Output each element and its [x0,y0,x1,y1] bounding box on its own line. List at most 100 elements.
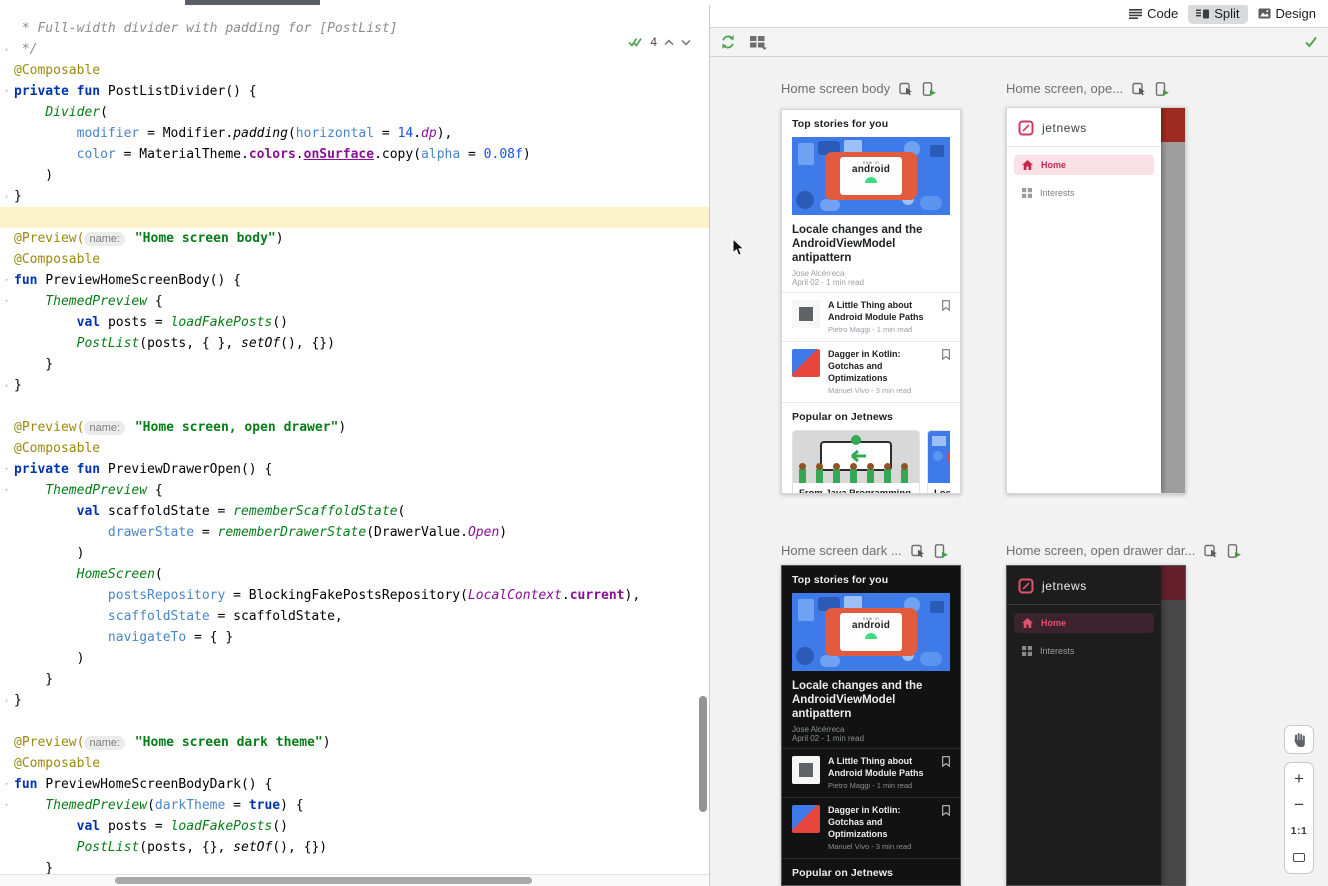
fold-marker-icon[interactable]: ▾ [1,270,12,291]
drawer-item-label: Interests [1040,188,1075,198]
code-line[interactable]: * Full-width divider with padding for [P… [0,18,709,39]
interactive-preview-icon[interactable] [1132,82,1146,96]
code-line[interactable] [0,396,709,417]
vertical-scrollbar[interactable] [699,696,707,812]
mode-button-code[interactable]: Code [1121,3,1186,24]
zoom-out-button[interactable]: − [1285,793,1313,817]
interactive-preview-icon[interactable] [1204,544,1218,558]
horizontal-scrollbar-track[interactable] [0,874,709,886]
preview-canvas[interactable]: Home screen body Home screen, ope... Hom… [710,57,1328,886]
fold-marker-icon[interactable]: ▾ [1,795,12,816]
horizontal-scrollbar[interactable] [115,877,532,884]
code-line[interactable]: ▴} [0,690,709,711]
code-line[interactable]: ▾ ThemedPreview { [0,480,709,501]
preview-thumbnail-open-drawer[interactable]: jetnewsHomeInterests [1006,107,1186,494]
hero-brand-text: android [840,165,902,175]
drawer-item-interests: Interests [1014,183,1154,203]
fold-marker-icon[interactable]: ▴ [1,186,12,207]
code-line[interactable]: ▴} [0,375,709,396]
fold-marker-icon[interactable]: ▾ [1,480,12,501]
code-line[interactable]: scaffoldState = scaffoldState, [0,606,709,627]
drawer-item-label: Interests [1040,646,1075,656]
code-line[interactable]: ) [0,543,709,564]
code-line[interactable]: } [0,354,709,375]
code-line[interactable]: modifier = Modifier.padding(horizontal =… [0,123,709,144]
pan-button[interactable] [1284,725,1314,754]
code-line[interactable]: navigateTo = { } [0,627,709,648]
popular-post-title: From Java Programming Langua... [799,488,913,494]
file-tab-fragment[interactable] [185,0,320,5]
next-inspection-icon[interactable] [681,39,691,46]
code-line[interactable]: @Preview(name: "Home screen, open drawer… [0,417,709,438]
zoom-fit-button[interactable] [1285,845,1313,869]
fold-marker-icon[interactable]: ▾ [1,291,12,312]
code-line[interactable]: val posts = loadFakePosts() [0,312,709,333]
code-line[interactable]: @Composable [0,753,709,774]
prev-inspection-icon[interactable] [664,39,674,46]
refresh-icon[interactable] [720,34,736,50]
fold-marker-icon[interactable]: ▴ [1,375,12,396]
fold-marker-icon[interactable]: ▴ [1,39,12,60]
mode-label-design: Design [1276,6,1316,21]
deploy-preview-icon[interactable] [934,544,948,558]
code-line[interactable]: drawerState = rememberDrawerState(Drawer… [0,522,709,543]
code-line[interactable]: ▾private fun PreviewDrawerOpen() { [0,459,709,480]
content-scrim [1159,108,1185,493]
code-line[interactable]: PostList(posts, {}, setOf(), {}) [0,837,709,858]
code-line[interactable]: @Composable [0,60,709,81]
mouse-cursor [732,238,745,262]
code-line[interactable]: ▾ ThemedPreview { [0,291,709,312]
code-line[interactable] [0,711,709,732]
zoom-actual-button[interactable]: 1:1 [1285,819,1313,843]
fold-marker-icon[interactable]: ▾ [1,774,12,795]
code-line[interactable]: @Composable [0,438,709,459]
interactive-preview-icon[interactable] [899,82,913,96]
code-line[interactable] [0,207,709,228]
preview-header-3: Home screen dark ... [781,543,948,558]
preview-thumbnail-dark-theme[interactable]: Top stories for younow inandroidLocale c… [781,565,961,886]
zoom-in-button[interactable]: + [1285,767,1313,791]
mode-button-split[interactable]: Split [1188,3,1247,24]
code-area[interactable]: * Full-width divider with padding for [P… [0,18,709,879]
preview-thumbnail-open-drawer-dark[interactable]: jetnewsHomeInterests [1006,565,1186,886]
interactive-preview-icon[interactable] [911,544,925,558]
fold-marker-icon[interactable]: ▾ [1,81,12,102]
hero-brand-text: android [840,621,902,631]
code-line[interactable]: ) [0,165,709,186]
code-line[interactable]: HomeScreen( [0,564,709,585]
code-line[interactable]: ▾fun PreviewHomeScreenBodyDark() { [0,774,709,795]
mode-button-design[interactable]: Design [1250,3,1324,24]
preview-thumbnail-home-screen-body[interactable]: Top stories for younow inandroidLocale c… [781,109,961,494]
code-line[interactable]: postsRepository = BlockingFakePostsRepos… [0,585,709,606]
featured-post-author: Jose Alcérreca [792,725,950,734]
grid-view-icon[interactable] [750,35,768,50]
code-line[interactable]: } [0,669,709,690]
code-line[interactable]: val scaffoldState = rememberScaffoldStat… [0,501,709,522]
code-line[interactable]: val posts = loadFakePosts() [0,816,709,837]
code-line[interactable]: Divider( [0,102,709,123]
code-line[interactable]: ▾fun PreviewHomeScreenBody() { [0,270,709,291]
code-line[interactable]: ) [0,648,709,669]
code-line[interactable]: PostList(posts, { }, setOf(), {}) [0,333,709,354]
code-line[interactable]: ▴} [0,186,709,207]
code-line[interactable]: ▾ ThemedPreview(darkTheme = true) { [0,795,709,816]
post-list-item: A Little Thing about Android Module Path… [792,749,950,797]
code-line[interactable]: @Preview(name: "Home screen body") [0,228,709,249]
code-line[interactable]: @Preview(name: "Home screen dark theme") [0,732,709,753]
deploy-preview-icon[interactable] [1227,544,1241,558]
code-line[interactable]: @Composable [0,249,709,270]
inspection-widget[interactable]: 4 [628,35,691,49]
interests-icon [1022,188,1032,198]
code-line[interactable]: ▾private fun PostListDivider() { [0,81,709,102]
preview-toolbar [710,28,1328,57]
drawer-item-home: Home [1014,155,1154,175]
featured-post-image: now inandroid [792,137,950,215]
code-editor[interactable]: * Full-width divider with padding for [P… [0,0,710,886]
deploy-preview-icon[interactable] [1155,82,1169,96]
post-title: A Little Thing about Android Module Path… [828,300,934,323]
code-line[interactable]: color = MaterialTheme.colors.onSurface.c… [0,144,709,165]
code-line[interactable]: ▴ */ [0,39,709,60]
fold-marker-icon[interactable]: ▴ [1,690,12,711]
fold-marker-icon[interactable]: ▾ [1,459,12,480]
deploy-preview-icon[interactable] [922,82,936,96]
